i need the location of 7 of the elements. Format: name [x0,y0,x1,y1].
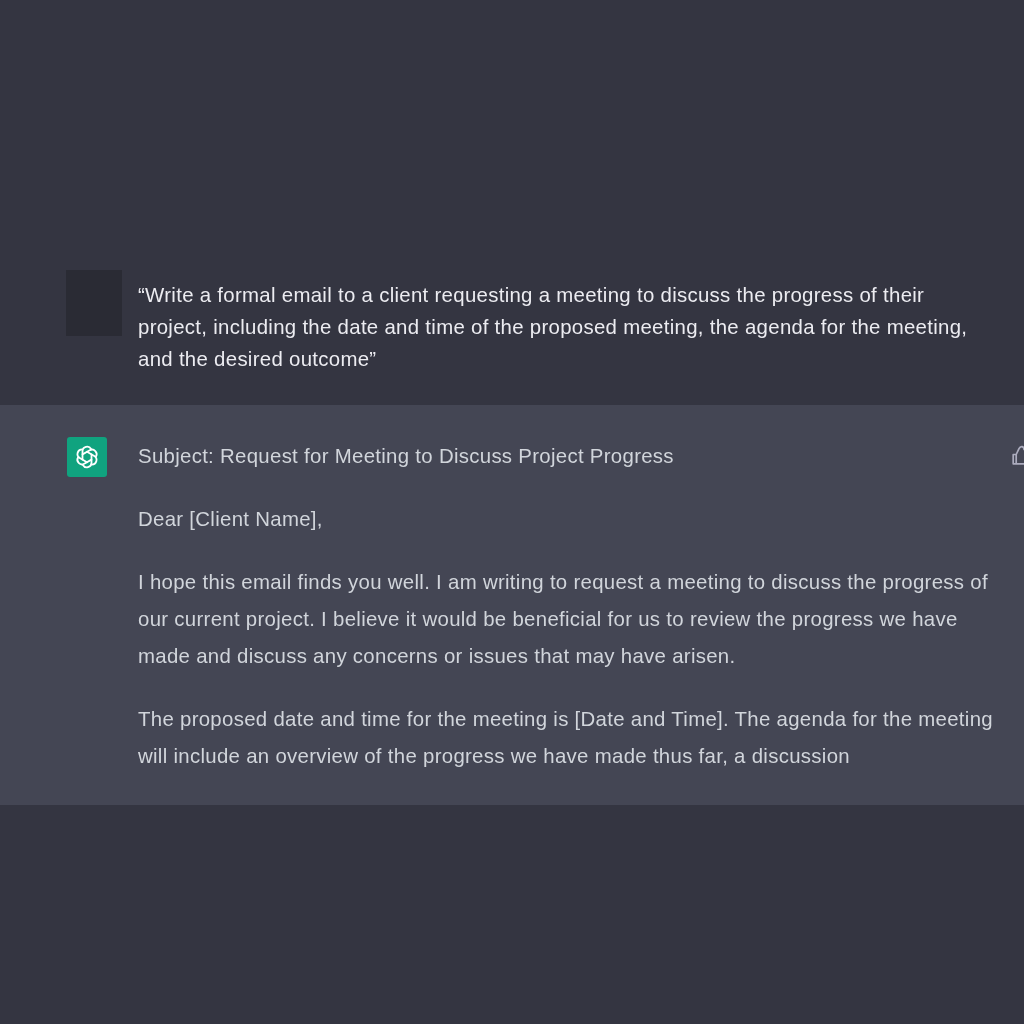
message-paragraph: The proposed date and time for the meeting is [Date and Time]. The agenda for the meeting will include an overview of the progress we have made thus far, a discussion [138,707,994,769]
message-paragraph: I hope this email finds you well. I am writing to request a meeting to discuss the progress of our current project. I believe it would be beneficial for us to review the progress we have made and discuss any concerns or issues that may have arisen. [138,570,989,669]
thumbs-up-icon[interactable] [1012,445,1024,465]
message-paragraph: “Write a formal email to a client requesting a meeting to discuss the progress of their project, including the date and time of the proposed meeting, the agenda for the meeting, and the desired outcome” [138,283,969,372]
message-paragraph: Subject: Request for Meeting to Discuss Project Progress [138,444,675,469]
knot-logo-icon [67,437,107,477]
message-paragraph: Dear [Client Name], [138,507,324,532]
